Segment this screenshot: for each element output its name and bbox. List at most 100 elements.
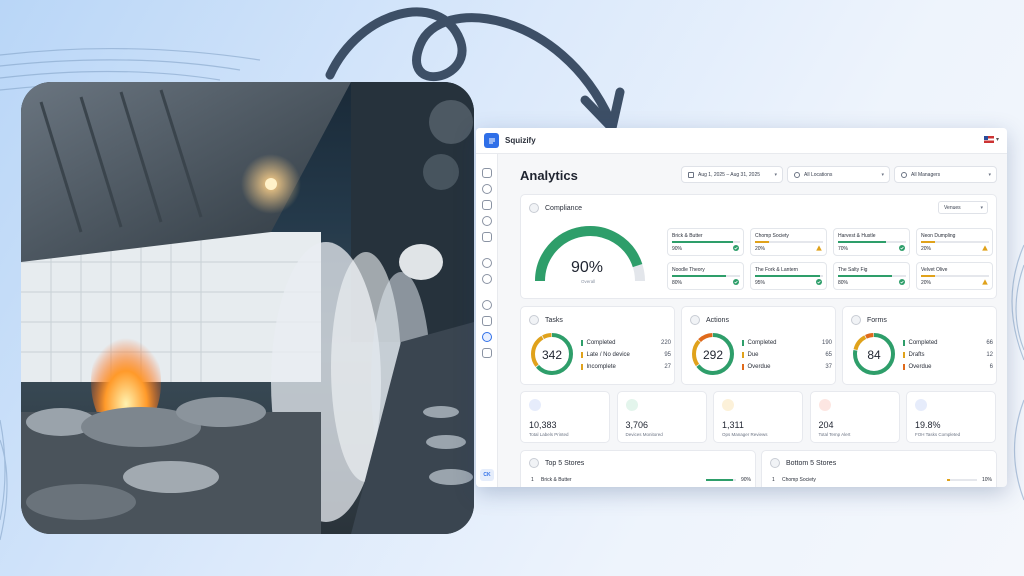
- sidebar-folder-icon[interactable]: [482, 200, 492, 210]
- top-store-row[interactable]: 1 Brick & Butter 90%: [531, 477, 751, 483]
- thermometer-icon: [818, 399, 831, 411]
- stat-value: 3,706: [625, 420, 649, 430]
- sidebar-signal-icon[interactable]: [482, 258, 492, 268]
- venue-progress-track: [672, 241, 740, 243]
- store-progress-fill: [706, 479, 733, 481]
- chevron-down-icon: ▾: [995, 137, 999, 143]
- legend-label: Due: [747, 351, 759, 358]
- venue-name: Brick & Butter: [672, 233, 703, 239]
- bottom-stores-card: Bottom 5 Stores 1 Chomp Society 10%: [761, 450, 997, 487]
- venues-dropdown[interactable]: Venues ▾: [938, 201, 988, 214]
- sidebar-pie-chart-icon[interactable]: [482, 274, 492, 284]
- stat-label: Devices Monitored: [625, 432, 663, 437]
- sidebar-search-icon[interactable]: [482, 300, 492, 310]
- venue-progress-track: [838, 241, 906, 243]
- tasks-card[interactable]: Tasks 342 Completed 220 Late / No device 95…: [520, 306, 675, 385]
- warning-icon: [982, 279, 988, 285]
- chevron-down-icon: ▾: [774, 171, 777, 178]
- venue-tile[interactable]: Neon Dumpling 20%: [916, 228, 993, 256]
- venue-tile[interactable]: Chomp Society 20%: [750, 228, 827, 256]
- stat-card[interactable]: 19.8% FOH Tasks Completed: [906, 391, 996, 443]
- check-circle-icon: [899, 245, 905, 251]
- sidebar-document-icon[interactable]: [482, 348, 492, 358]
- sidebar-analytics-icon[interactable]: [482, 332, 492, 342]
- overall-compliance-value: 90%: [571, 259, 604, 276]
- compliance-gauge: [535, 226, 645, 282]
- legend-value: 6: [989, 363, 993, 370]
- sidebar: CK: [476, 154, 498, 487]
- legend-label: Completed: [747, 339, 777, 346]
- tasks-total: 342: [541, 348, 563, 362]
- venue-pct: 20%: [921, 246, 932, 252]
- sidebar-hierarchy-icon[interactable]: [482, 184, 492, 194]
- legend-row[interactable]: Overdue 37: [742, 362, 832, 371]
- venue-tile[interactable]: Velvet Olive 20%: [916, 262, 993, 290]
- legend-row[interactable]: Drafts 12: [903, 350, 993, 359]
- compliance-title: Compliance: [545, 204, 582, 212]
- date-range-value: Aug 1, 2025 – Aug 31, 2025: [698, 171, 760, 178]
- bottom-stores-title: Bottom 5 Stores: [786, 459, 837, 467]
- language-selector[interactable]: ▾: [983, 136, 999, 143]
- warning-icon: [982, 245, 988, 251]
- managers-filter[interactable]: All Managers ▾: [894, 166, 997, 183]
- stat-value: 1,311: [722, 420, 744, 430]
- stat-label: Ops Manager Reviews: [722, 432, 768, 437]
- check-circle-icon: [899, 279, 905, 285]
- app-logo-icon[interactable]: [484, 133, 499, 148]
- venue-name: The Salty Fig: [838, 267, 868, 273]
- legend-marker: [903, 363, 905, 370]
- legend-row[interactable]: Late / No device 95: [581, 350, 671, 359]
- top-stores-title: Top 5 Stores: [545, 459, 585, 467]
- legend-marker: [581, 363, 583, 370]
- venue-pct: 95%: [755, 280, 766, 286]
- top-bar: Squizify ▾: [476, 128, 1007, 154]
- location-filter[interactable]: All Locations ▾: [787, 166, 890, 183]
- forms-total: 84: [867, 348, 881, 362]
- legend-value: 12: [986, 351, 993, 358]
- chevron-down-icon: ▾: [988, 171, 991, 178]
- legend-row[interactable]: Completed 190: [742, 338, 832, 347]
- legend-label: Overdue: [747, 363, 771, 370]
- legend-row[interactable]: Completed 220: [581, 338, 671, 347]
- stat-value: 19.8%: [915, 420, 941, 430]
- legend-row[interactable]: Incomplete 27: [581, 362, 671, 371]
- stat-card[interactable]: 1,311 Ops Manager Reviews: [713, 391, 803, 443]
- stat-card[interactable]: 10,383 Total Labels Printed: [520, 391, 610, 443]
- us-flag-icon: [983, 136, 994, 143]
- venue-progress-track: [755, 241, 823, 243]
- legend-label: Incomplete: [586, 363, 616, 370]
- venue-progress-fill: [838, 275, 893, 277]
- legend-row[interactable]: Completed 66: [903, 338, 993, 347]
- forms-card[interactable]: Forms 84 Completed 66 Drafts 12 Overdue 6: [842, 306, 997, 385]
- stat-card[interactable]: 204 Total Temp Alert: [809, 391, 900, 443]
- legend-row[interactable]: Overdue 6: [903, 362, 993, 371]
- sidebar-checklist-icon[interactable]: [482, 168, 492, 178]
- bottom-store-row[interactable]: 1 Chomp Society 10%: [772, 477, 993, 483]
- venue-tile[interactable]: Noodle Theory 80%: [667, 262, 744, 290]
- venue-pct: 80%: [672, 280, 683, 286]
- venue-progress-fill: [672, 241, 734, 243]
- user-avatar[interactable]: CK: [480, 469, 494, 481]
- actions-card[interactable]: Actions 292 Completed 190 Due 65 Overdue 37: [681, 306, 836, 385]
- trend-down-icon: [770, 458, 780, 468]
- calendar-icon: [688, 171, 694, 178]
- venue-progress-track: [921, 241, 989, 243]
- venue-tile[interactable]: The Salty Fig 80%: [833, 262, 910, 290]
- venue-name: Velvet Olive: [921, 267, 948, 273]
- venue-name: Neon Dumpling: [921, 233, 956, 239]
- actions-title: Actions: [706, 316, 729, 324]
- stat-card[interactable]: 3,706 Devices Monitored: [616, 391, 707, 443]
- chevron-down-icon: ▾: [881, 171, 884, 178]
- venue-tile[interactable]: Harvest & Hustle 70%: [833, 228, 910, 256]
- date-range-filter[interactable]: Aug 1, 2025 – Aug 31, 2025 ▾: [681, 166, 783, 183]
- venue-tile[interactable]: Brick & Butter 90%: [667, 228, 744, 256]
- store-rank: 1: [531, 477, 534, 483]
- legend-row[interactable]: Due 65: [742, 350, 832, 359]
- venue-tile[interactable]: The Fork & Lantern 95%: [750, 262, 827, 290]
- sidebar-shield-icon[interactable]: [482, 316, 492, 326]
- brand-name: Squizify: [505, 136, 536, 145]
- store-pct: 10%: [982, 477, 993, 483]
- trend-up-icon: [529, 458, 539, 468]
- sidebar-message-icon[interactable]: [482, 216, 492, 226]
- sidebar-gallery-icon[interactable]: [482, 232, 492, 242]
